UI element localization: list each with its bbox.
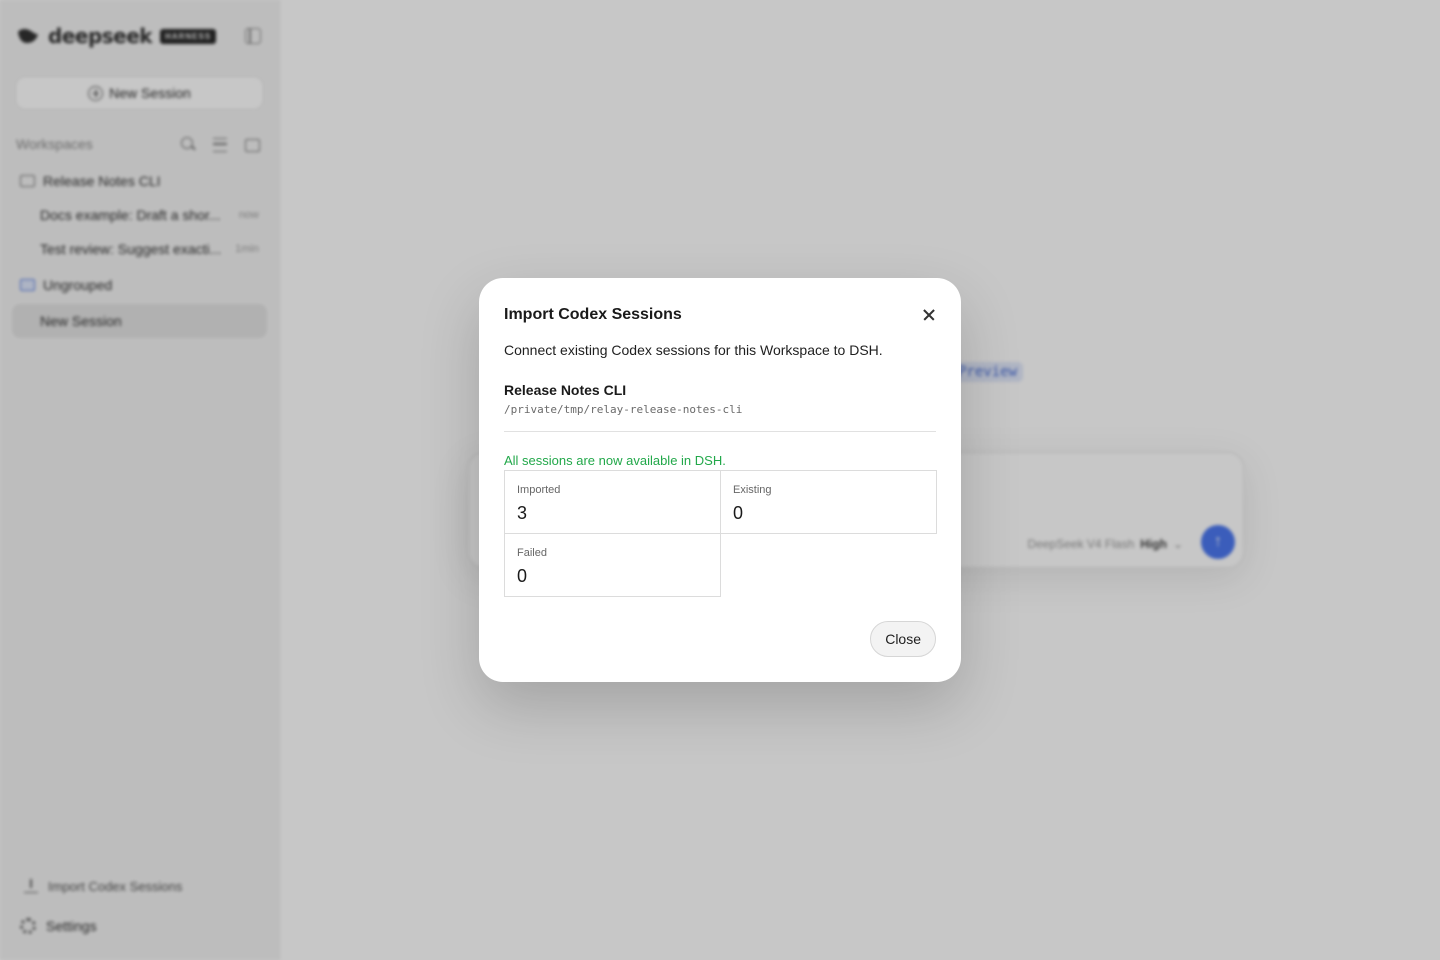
workspace-name: Release Notes CLI	[504, 382, 627, 398]
import-stats: Imported 3 Existing 0 Failed 0	[504, 470, 937, 597]
status-message: All sessions are now available in DSH.	[504, 453, 726, 468]
stat-label: Existing	[733, 484, 772, 496]
stat-label: Failed	[517, 547, 547, 559]
import-sessions-dialog: Import Codex Sessions Connect existing C…	[479, 278, 961, 682]
dialog-footer: Close	[870, 621, 936, 657]
stat-value: 3	[517, 503, 528, 523]
stat-value: 0	[517, 566, 528, 586]
stat-label: Imported	[517, 484, 561, 496]
close-button[interactable]: Close	[870, 621, 936, 657]
dialog-description: Connect existing Codex sessions for this…	[504, 342, 883, 358]
close-icon[interactable]	[919, 305, 939, 325]
workspace-path: /private/tmp/relay-release-notes-cli	[504, 402, 936, 432]
stat-imported: Imported 3	[504, 470, 721, 534]
dialog-title: Import Codex Sessions	[504, 306, 682, 323]
stat-failed: Failed 0	[504, 533, 721, 597]
stat-existing: Existing 0	[720, 470, 937, 534]
stat-value: 0	[733, 503, 744, 523]
